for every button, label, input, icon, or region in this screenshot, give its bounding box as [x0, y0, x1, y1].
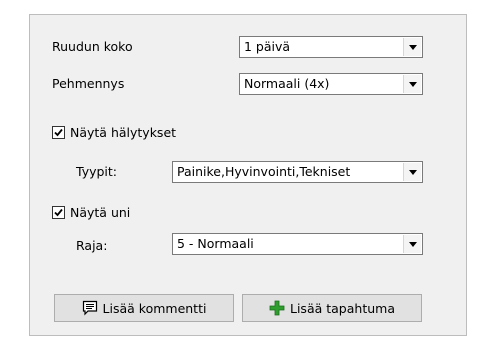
grid-size-value: 1 päivä — [244, 39, 291, 54]
sleep-limit-label: Raja: — [76, 238, 108, 253]
sleep-limit-value: 5 - Normaali — [177, 236, 254, 251]
sleep-limit-select[interactable]: 5 - Normaali — [172, 233, 423, 255]
comment-icon — [82, 300, 98, 316]
checkmark-icon — [54, 128, 63, 137]
settings-panel: Ruudun koko 1 päivä Pehmennys Normaali (… — [29, 14, 467, 336]
chevron-down-icon[interactable] — [403, 38, 421, 56]
smoothing-select[interactable]: Normaali (4x) — [239, 73, 423, 95]
add-event-button[interactable]: Lisää tapahtuma — [242, 294, 422, 322]
add-comment-label: Lisää kommentti — [102, 300, 207, 316]
chevron-down-icon[interactable] — [403, 235, 421, 253]
plus-icon — [269, 300, 285, 316]
smoothing-value: Normaali (4x) — [244, 76, 330, 91]
alert-types-label: Tyypit: — [76, 164, 118, 179]
alert-types-value: Painike,Hyvinvointi,Tekniset — [177, 164, 351, 179]
chevron-down-icon[interactable] — [403, 75, 421, 93]
smoothing-label: Pehmennys — [52, 76, 125, 91]
checkmark-icon — [54, 208, 63, 217]
show-alerts-label[interactable]: Näytä hälytykset — [70, 125, 176, 141]
grid-size-label: Ruudun koko — [52, 39, 133, 54]
chevron-down-icon[interactable] — [403, 163, 421, 181]
show-sleep-label[interactable]: Näytä uni — [70, 205, 130, 221]
add-comment-button[interactable]: Lisää kommentti — [54, 294, 234, 322]
alert-types-select[interactable]: Painike,Hyvinvointi,Tekniset — [172, 161, 423, 183]
show-alerts-checkbox[interactable] — [52, 126, 65, 139]
add-event-label: Lisää tapahtuma — [290, 300, 395, 316]
show-sleep-checkbox[interactable] — [52, 206, 65, 219]
grid-size-select[interactable]: 1 päivä — [239, 36, 423, 58]
